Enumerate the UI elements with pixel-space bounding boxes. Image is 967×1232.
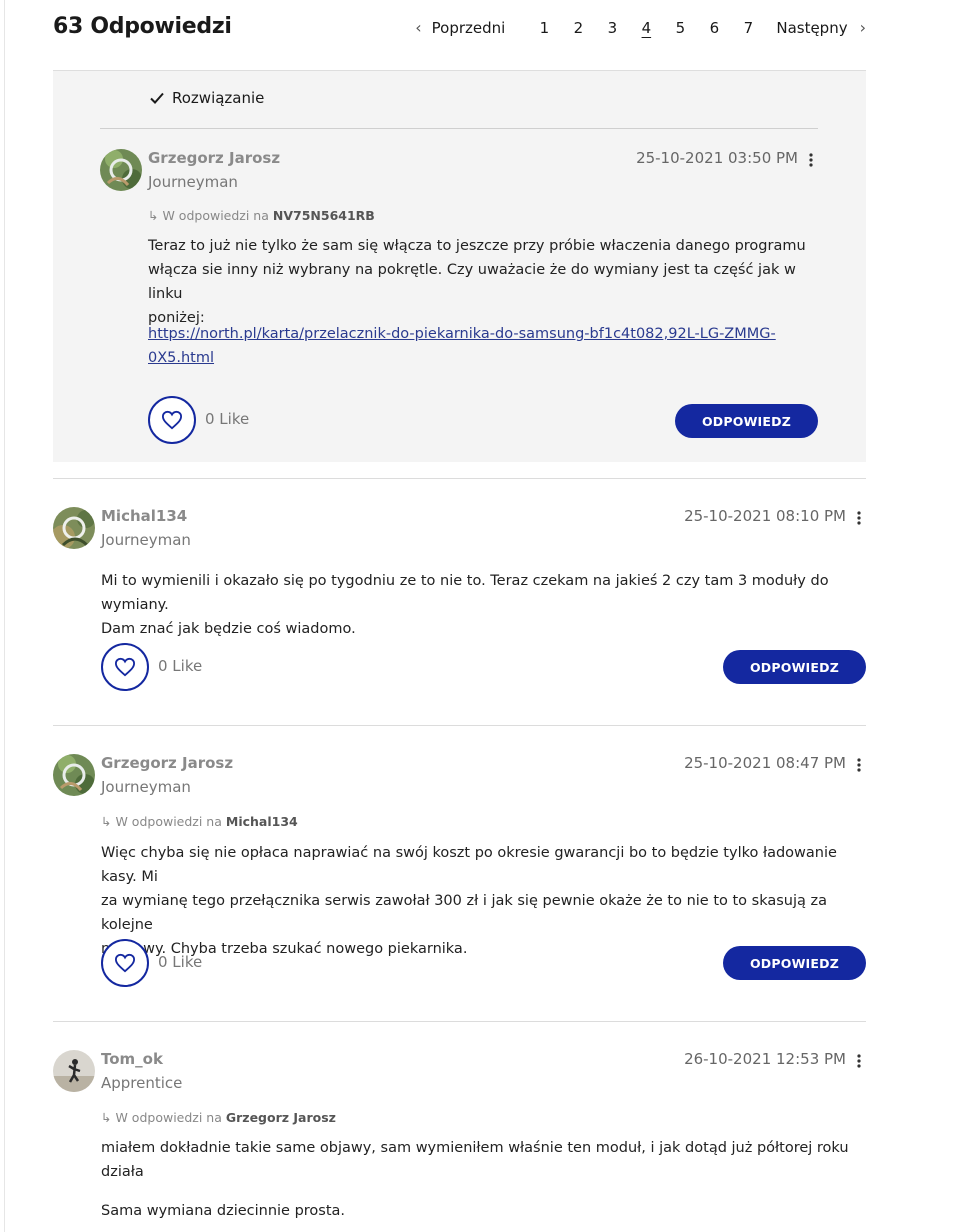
body-line: miałem dokładnie takie same objawy, sam … bbox=[101, 1140, 849, 1156]
reply-reference: ↳ W odpowiedzi na Grzegorz Jarosz bbox=[101, 1110, 336, 1125]
heart-icon bbox=[114, 953, 136, 973]
reply-post: Michal134 Journeyman 25-10-2021 08:10 PM… bbox=[53, 507, 866, 691]
author-rank: Apprentice bbox=[101, 1074, 183, 1092]
post-body: Teraz to już nie tylko że sam się włącza… bbox=[148, 234, 828, 330]
reply-arrow-icon: ↳ bbox=[148, 208, 159, 223]
body-line: włącza sie inny niż wybrany na pokrętle.… bbox=[148, 262, 796, 302]
author-name[interactable]: Michal134 bbox=[101, 507, 187, 525]
reply-post: Grzegorz Jarosz Journeyman 25-10-2021 08… bbox=[53, 754, 866, 994]
author-rank: Journeyman bbox=[101, 778, 191, 796]
post-body: miałem dokładnie takie same objawy, sam … bbox=[101, 1136, 871, 1184]
reply-button[interactable]: ODPOWIEDZ bbox=[675, 404, 818, 438]
post-link[interactable]: https://north.pl/karta/przelacznik-do-pi… bbox=[148, 322, 776, 370]
body-line: za wymianę tego przełącznika serwis zawo… bbox=[101, 893, 827, 933]
reply-reference: ↳ W odpowiedzi na NV75N5641RB bbox=[148, 208, 375, 223]
solution-label-text: Rozwiązanie bbox=[172, 89, 265, 107]
accepted-solution: Rozwiązanie Grzegorz Jarosz Journeyman 2… bbox=[53, 70, 866, 462]
pagination-page-5[interactable]: 5 bbox=[663, 19, 697, 37]
divider bbox=[53, 725, 866, 726]
more-vertical-icon[interactable] bbox=[857, 1053, 861, 1069]
post-date: 25-10-2021 08:47 PM bbox=[684, 754, 846, 772]
reply-target[interactable]: Michal134 bbox=[226, 814, 298, 829]
author-name[interactable]: Tom_ok bbox=[101, 1050, 163, 1068]
body-line: Teraz to już nie tylko że sam się włącza… bbox=[148, 238, 806, 254]
heart-icon bbox=[114, 657, 136, 677]
pagination-page-6[interactable]: 6 bbox=[697, 19, 731, 37]
reply-prefix: W odpowiedzi na bbox=[115, 1110, 222, 1125]
divider bbox=[53, 1021, 866, 1022]
author-rank: Journeyman bbox=[148, 173, 238, 191]
pagination-page-1[interactable]: 1 bbox=[527, 19, 561, 37]
post-date: 25-10-2021 03:50 PM bbox=[636, 149, 798, 167]
pagination-previous[interactable]: Poprzedni bbox=[432, 19, 506, 37]
post-body: Więc chyba się nie opłaca naprawiać na s… bbox=[101, 841, 871, 961]
body-line: Więc chyba się nie opłaca naprawiać na s… bbox=[101, 845, 837, 885]
author-name[interactable]: Grzegorz Jarosz bbox=[101, 754, 233, 772]
post-date: 26-10-2021 12:53 PM bbox=[684, 1050, 846, 1068]
reply-post: Tom_ok Apprentice 26-10-2021 12:53 PM ↳ … bbox=[53, 1050, 866, 1232]
like-count: 0 Like bbox=[205, 410, 250, 428]
more-vertical-icon[interactable] bbox=[857, 510, 861, 526]
reply-button[interactable]: ODPOWIEDZ bbox=[723, 650, 866, 684]
divider bbox=[53, 478, 866, 479]
solution-post: Grzegorz Jarosz Journeyman 25-10-2021 03… bbox=[100, 149, 818, 449]
body-line: działa bbox=[101, 1164, 144, 1180]
author-rank: Journeyman bbox=[101, 531, 191, 549]
reply-prefix: W odpowiedzi na bbox=[115, 814, 222, 829]
reply-arrow-icon: ↳ bbox=[101, 1110, 112, 1125]
page-left-border bbox=[4, 0, 5, 1232]
post-date: 25-10-2021 08:10 PM bbox=[684, 507, 846, 525]
like-button[interactable] bbox=[101, 643, 149, 691]
avatar[interactable] bbox=[100, 149, 142, 191]
pagination-page-7[interactable]: 7 bbox=[731, 19, 765, 37]
solution-label: Rozwiązanie bbox=[148, 89, 264, 107]
pagination-page-3[interactable]: 3 bbox=[595, 19, 629, 37]
link-line[interactable]: 0X5.html bbox=[148, 346, 776, 370]
like-count: 0 Like bbox=[158, 657, 203, 675]
post-body-paragraph: Sama wymiana dziecinnie prosta. bbox=[101, 1203, 346, 1219]
chevron-right-icon[interactable]: › bbox=[860, 18, 866, 37]
more-vertical-icon[interactable] bbox=[809, 152, 813, 168]
post-body: Mi to wymienili i okazało się po tygodni… bbox=[101, 569, 871, 641]
pagination-page-4-current[interactable]: 4 bbox=[629, 19, 663, 37]
reply-target[interactable]: Grzegorz Jarosz bbox=[226, 1110, 336, 1125]
replies-header: 63 Odpowiedzi ‹ Poprzedni 1 2 3 4 5 6 7 … bbox=[53, 12, 866, 48]
pagination-next[interactable]: Następny bbox=[776, 19, 847, 37]
like-button[interactable] bbox=[148, 396, 196, 444]
author-name[interactable]: Grzegorz Jarosz bbox=[148, 149, 280, 167]
like-count: 0 Like bbox=[158, 953, 203, 971]
reply-reference: ↳ W odpowiedzi na Michal134 bbox=[101, 814, 298, 829]
chevron-left-icon[interactable]: ‹ bbox=[415, 18, 421, 37]
pagination-page-2[interactable]: 2 bbox=[561, 19, 595, 37]
avatar[interactable] bbox=[53, 507, 95, 549]
avatar[interactable] bbox=[53, 754, 95, 796]
check-icon bbox=[150, 92, 164, 104]
replies-count-title: 63 Odpowiedzi bbox=[53, 14, 232, 39]
pagination: ‹ Poprzedni 1 2 3 4 5 6 7 Następny › bbox=[415, 18, 866, 37]
reply-target[interactable]: NV75N5641RB bbox=[273, 208, 375, 223]
reply-arrow-icon: ↳ bbox=[101, 814, 112, 829]
divider bbox=[100, 128, 818, 129]
reply-button[interactable]: ODPOWIEDZ bbox=[723, 946, 866, 980]
reply-prefix: W odpowiedzi na bbox=[162, 208, 269, 223]
body-line: Mi to wymienili i okazało się po tygodni… bbox=[101, 573, 829, 613]
like-button[interactable] bbox=[101, 939, 149, 987]
body-line: Dam znać jak będzie coś wiadomo. bbox=[101, 621, 356, 637]
link-line[interactable]: https://north.pl/karta/przelacznik-do-pi… bbox=[148, 322, 776, 346]
avatar[interactable] bbox=[53, 1050, 95, 1092]
heart-icon bbox=[161, 410, 183, 430]
more-vertical-icon[interactable] bbox=[857, 757, 861, 773]
